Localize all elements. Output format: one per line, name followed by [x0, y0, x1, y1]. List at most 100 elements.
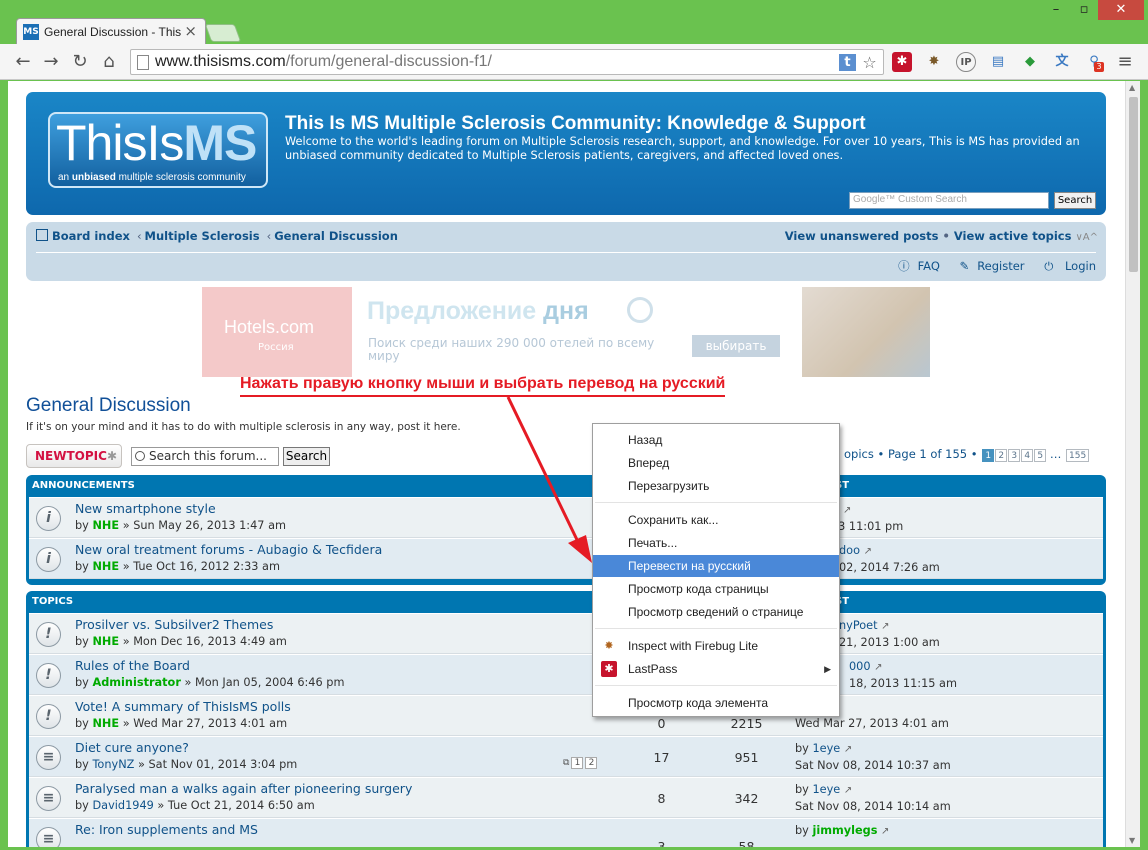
- topic-icon: ≡: [36, 745, 61, 770]
- topic-author[interactable]: NHE: [92, 635, 119, 648]
- ad-brand: Hotels.com: [224, 317, 315, 337]
- menu-item-view-source[interactable]: Просмотр кода страницы: [593, 578, 839, 600]
- topic-title[interactable]: Paralysed man a walks again after pionee…: [75, 781, 412, 796]
- topic-title[interactable]: New oral treatment forums - Aubagio & Te…: [75, 542, 382, 557]
- menu-item-save-as[interactable]: Сохранить как...: [593, 509, 839, 531]
- menu-item-back[interactable]: Назад: [593, 429, 839, 451]
- topic-author[interactable]: TonyNZ: [92, 758, 134, 771]
- maximize-button[interactable]: ▫: [1070, 0, 1098, 20]
- tab-close-icon[interactable]: ×: [184, 22, 197, 40]
- topics-header: TOPICS ST: [32, 596, 850, 607]
- url-text[interactable]: www.thisisms.com/forum/general-discussio…: [155, 53, 492, 71]
- login-link[interactable]: ⏻ Login: [1036, 259, 1096, 273]
- search-ext-icon[interactable]: ⚲3: [1084, 52, 1104, 72]
- page-4[interactable]: 4: [1021, 449, 1034, 462]
- translate-page-icon[interactable]: t: [839, 54, 856, 71]
- scroll-up-icon[interactable]: ▲: [1129, 83, 1135, 92]
- page-5[interactable]: 5: [1034, 449, 1047, 462]
- minimize-button[interactable]: –: [1042, 0, 1070, 20]
- menu-item-print[interactable]: Печать...: [593, 532, 839, 554]
- cubes-icon[interactable]: ◆: [1020, 52, 1040, 72]
- ip-icon[interactable]: IP: [956, 52, 976, 72]
- window-icon[interactable]: ▤: [988, 52, 1008, 72]
- translate-icon[interactable]: 文: [1052, 52, 1072, 72]
- menu-item-translate[interactable]: Перевести на русский: [593, 555, 839, 577]
- table-row: ≡ Diet cure anyone? by TonyNZ » Sat Nov …: [29, 736, 1103, 777]
- view-active-link[interactable]: View active topics: [954, 229, 1072, 243]
- topic-author[interactable]: NHE: [92, 717, 119, 730]
- topic-title[interactable]: Diet cure anyone?: [75, 740, 189, 755]
- firebug-icon[interactable]: ✸: [924, 52, 944, 72]
- site-logo[interactable]: ThisIsMS an unbiased multiple sclerosis …: [48, 112, 268, 188]
- last-post: doo ↗ 02, 2014 7:26 am: [839, 544, 940, 574]
- hotels-ad-banner[interactable]: Hotels.com Россия Предложение дня Поиск …: [202, 287, 930, 377]
- crumb-multiple-sclerosis[interactable]: Multiple Sclerosis: [145, 229, 260, 243]
- back-button[interactable]: ←: [12, 52, 34, 72]
- ad-subtext: Поиск среди наших 290 000 отелей по всем…: [368, 336, 655, 363]
- view-post-icon: ↗: [843, 744, 853, 755]
- bookmark-star-icon[interactable]: ☆: [861, 54, 878, 71]
- faq-link[interactable]: ⓘ FAQ: [890, 259, 940, 273]
- lastpass-icon[interactable]: ✱: [892, 52, 912, 72]
- page-3[interactable]: 3: [1008, 449, 1021, 462]
- navbar: Board index ‹ Multiple Sclerosis ‹ General…: [26, 222, 1106, 281]
- pagination-text: opics • Page 1 of 155 •: [844, 447, 978, 461]
- browser-tab[interactable]: MS General Discussion - This I ×: [16, 18, 206, 45]
- url-domain: www.thisisms.com: [155, 53, 286, 70]
- close-window-button[interactable]: ✕: [1098, 0, 1144, 20]
- reload-button[interactable]: ↻: [69, 52, 91, 72]
- scroll-down-icon[interactable]: ▼: [1129, 836, 1135, 845]
- site-title: This Is MS Multiple Sclerosis Community:…: [285, 113, 866, 134]
- topic-title[interactable]: Re: Iron supplements and MS: [75, 822, 258, 837]
- register-link[interactable]: ✎ Register: [952, 259, 1025, 273]
- last-post: by 1eye ↗ Sat Nov 08, 2014 10:37 am: [795, 742, 951, 772]
- page-1[interactable]: 1: [982, 449, 995, 462]
- lastpass-icon: ✱: [601, 661, 617, 677]
- scrollbar-thumb[interactable]: [1129, 97, 1138, 272]
- announcements-header: ANNOUNCEMENTS ST: [32, 480, 850, 491]
- navbar-divider: [36, 252, 1096, 253]
- announcement-icon: i: [36, 547, 61, 572]
- topic-title[interactable]: Vote! A summary of ThisIsMS polls: [75, 699, 291, 714]
- login-icon: ⏻: [1044, 259, 1054, 273]
- view-unanswered-link[interactable]: View unanswered posts: [785, 229, 939, 243]
- topic-meta: by Administrator » Mon Jan 05, 2004 6:46…: [75, 676, 345, 689]
- google-search-button[interactable]: Search: [1054, 192, 1096, 209]
- topic-title[interactable]: New smartphone style: [75, 501, 216, 516]
- google-search-input[interactable]: Google™ Custom Search: [849, 192, 1049, 209]
- topic-author[interactable]: David1949: [92, 799, 153, 812]
- forum-title[interactable]: General Discussion: [26, 395, 191, 417]
- forum-search-button[interactable]: Search: [283, 447, 330, 466]
- page-last[interactable]: 155: [1066, 449, 1090, 462]
- topic-title[interactable]: Prosilver vs. Subsilver2 Themes: [75, 617, 273, 632]
- topic-author[interactable]: NHE: [92, 519, 119, 532]
- table-row: ! Vote! A summary of ThisIsMS polls by N…: [29, 695, 1103, 736]
- ad-button[interactable]: выбирать: [692, 335, 780, 357]
- menu-item-inspect[interactable]: Просмотр кода элемента: [593, 692, 839, 714]
- last-post: nyPoet ↗ 21, 2013 1:00 am: [839, 619, 940, 649]
- topic-title[interactable]: Rules of the Board: [75, 658, 190, 673]
- topic-author[interactable]: NHE: [92, 560, 119, 573]
- topics-block: TOPICS ST ! Prosilver vs. Subsilver2 Them…: [26, 591, 1106, 847]
- menu-item-reload[interactable]: Перезагрузить: [593, 475, 839, 497]
- font-size-toggle[interactable]: ∨A^: [1075, 232, 1098, 243]
- forward-button[interactable]: →: [40, 52, 62, 72]
- menu-item-lastpass[interactable]: ✱ LastPass ▶: [593, 658, 839, 680]
- crumb-general-discussion[interactable]: General Discussion: [274, 229, 398, 243]
- chrome-menu-icon[interactable]: ≡: [1115, 52, 1135, 72]
- page-2[interactable]: 2: [995, 449, 1008, 462]
- forum-search-input[interactable]: Search this forum...: [131, 447, 279, 466]
- table-row: ≡ Re: Iron supplements and MS 3 58 by ji…: [29, 818, 1103, 847]
- vertical-scrollbar[interactable]: ▲ ▼: [1125, 81, 1140, 847]
- address-bar[interactable]: www.thisisms.com/forum/general-discussio…: [130, 49, 884, 75]
- menu-item-page-info[interactable]: Просмотр сведений о странице: [593, 601, 839, 623]
- new-topic-button[interactable]: NEWTOPIC✱: [26, 444, 122, 468]
- new-tab-button[interactable]: [204, 24, 242, 42]
- topic-icon: ≡: [36, 786, 61, 811]
- home-button[interactable]: ⌂: [98, 52, 120, 72]
- reply-count: 17: [653, 750, 670, 765]
- menu-item-firebug[interactable]: ✸ Inspect with Firebug Lite: [593, 635, 839, 657]
- topic-author[interactable]: Administrator: [92, 676, 180, 689]
- crumb-board-index[interactable]: Board index: [52, 229, 130, 243]
- menu-item-forward[interactable]: Вперед: [593, 452, 839, 474]
